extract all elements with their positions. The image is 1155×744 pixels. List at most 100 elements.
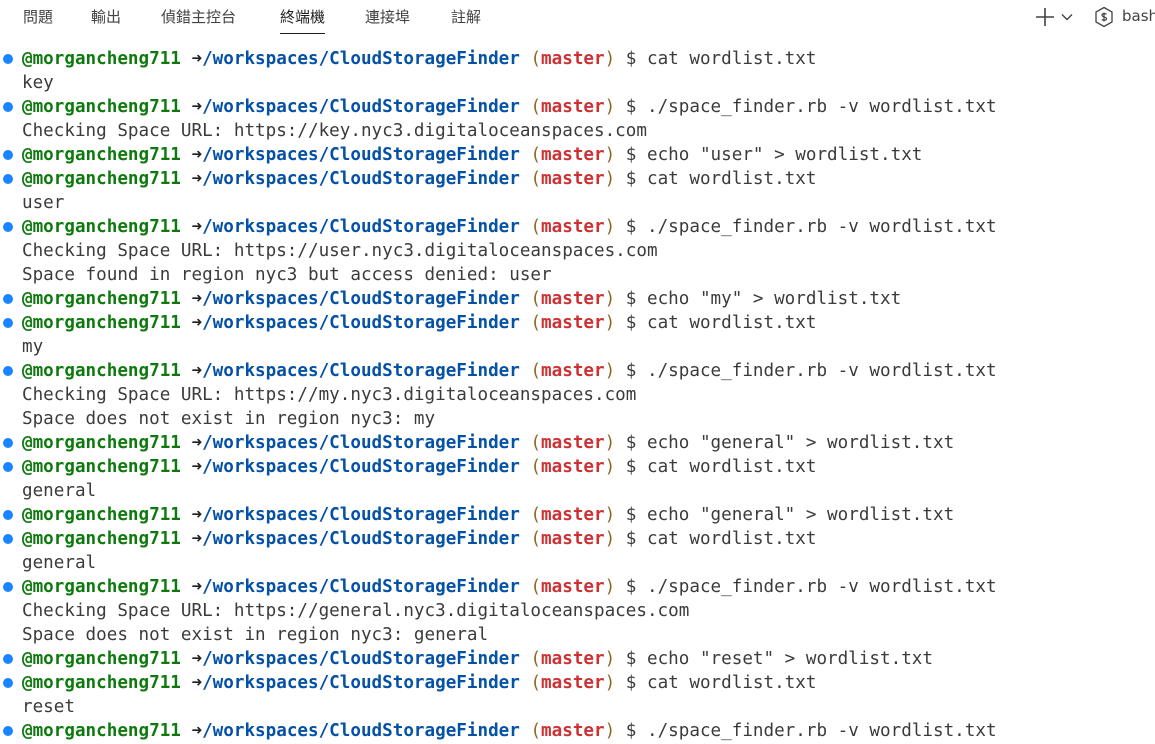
prompt-paren-close: ) <box>604 721 616 741</box>
prompt-git-branch: master <box>541 97 605 117</box>
terminal-output[interactable]: @morgancheng711 ➜/workspaces/CloudStorag… <box>0 47 1155 744</box>
terminal-output-line: Checking Space URL: https://general.nyc3… <box>0 599 1155 623</box>
prompt-paren-open: ( <box>530 169 542 189</box>
command-decoration-icon[interactable] <box>3 534 13 544</box>
terminal-prompt-line: @morgancheng711 ➜/workspaces/CloudStorag… <box>0 215 1155 239</box>
prompt-git-branch: master <box>541 649 605 669</box>
terminal-prompt-line: @morgancheng711 ➜/workspaces/CloudStorag… <box>0 359 1155 383</box>
prompt-git-branch: master <box>541 673 605 693</box>
tab-terminal[interactable]: 終端機 <box>280 0 326 36</box>
prompt-paren-open: ( <box>530 97 542 117</box>
command-decoration-icon[interactable] <box>3 678 13 688</box>
prompt-arrow-icon: ➜ <box>191 721 203 741</box>
prompt-paren-close: ) <box>604 313 616 333</box>
prompt-path: /workspaces/CloudStorageFinder <box>202 505 520 525</box>
prompt-user: @morgancheng711 <box>22 361 181 381</box>
prompt-arrow-icon: ➜ <box>191 361 203 381</box>
terminal-output-text: user <box>22 193 65 213</box>
prompt-paren-open: ( <box>530 217 542 237</box>
prompt-git-branch: master <box>541 217 605 237</box>
terminal-command: ./space_finder.rb -v wordlist.txt <box>646 97 997 117</box>
command-decoration-icon[interactable] <box>3 222 13 232</box>
prompt-user: @morgancheng711 <box>22 313 181 333</box>
command-decoration-icon[interactable] <box>3 438 13 448</box>
prompt-arrow-icon: ➜ <box>191 505 203 525</box>
terminal-output-line: Space does not exist in region nyc3: gen… <box>0 623 1155 647</box>
prompt-dollar: $ <box>625 721 637 741</box>
prompt-path: /workspaces/CloudStorageFinder <box>202 433 520 453</box>
command-decoration-icon[interactable] <box>3 150 13 160</box>
terminal-prompt-line: @morgancheng711 ➜/workspaces/CloudStorag… <box>0 719 1155 743</box>
tab-ports[interactable]: 連接埠 <box>365 0 410 36</box>
tab-problems[interactable]: 問題 <box>23 0 53 36</box>
command-decoration-icon[interactable] <box>3 726 13 736</box>
terminal-command: ./space_finder.rb -v wordlist.txt <box>646 721 997 741</box>
prompt-git-branch: master <box>541 289 605 309</box>
terminal-command: echo "user" > wordlist.txt <box>646 145 923 165</box>
terminal-prompt-line: @morgancheng711 ➜/workspaces/CloudStorag… <box>0 575 1155 599</box>
command-decoration-icon[interactable] <box>3 102 13 112</box>
tab-comments[interactable]: 註解 <box>451 0 481 36</box>
command-decoration-icon[interactable] <box>3 510 13 520</box>
prompt-paren-open: ( <box>530 433 542 453</box>
terminal-output-text: Space does not exist in region nyc3: gen… <box>22 625 489 645</box>
prompt-dollar: $ <box>625 217 637 237</box>
terminal-profile-bash[interactable]: bash <box>1094 0 1155 34</box>
prompt-arrow-icon: ➜ <box>191 289 203 309</box>
prompt-paren-close: ) <box>604 289 616 309</box>
prompt-user: @morgancheng711 <box>22 217 181 237</box>
prompt-paren-open: ( <box>530 721 542 741</box>
prompt-dollar: $ <box>625 49 637 69</box>
prompt-paren-close: ) <box>604 673 616 693</box>
command-decoration-icon[interactable] <box>3 318 13 328</box>
prompt-git-branch: master <box>541 577 605 597</box>
prompt-dollar: $ <box>625 457 637 477</box>
tab-output[interactable]: 輸出 <box>91 0 121 36</box>
prompt-path: /workspaces/CloudStorageFinder <box>202 313 520 333</box>
command-decoration-icon[interactable] <box>3 366 13 376</box>
prompt-paren-close: ) <box>604 457 616 477</box>
command-decoration-icon[interactable] <box>3 294 13 304</box>
command-decoration-icon[interactable] <box>3 462 13 472</box>
prompt-path: /workspaces/CloudStorageFinder <box>202 49 520 69</box>
terminal-output-text: general <box>22 553 97 573</box>
prompt-paren-open: ( <box>530 49 542 69</box>
prompt-paren-close: ) <box>604 49 616 69</box>
terminal-output-line: key <box>0 71 1155 95</box>
terminal-output-line: Space does not exist in region nyc3: my <box>0 407 1155 431</box>
prompt-git-branch: master <box>541 529 605 549</box>
terminal-prompt-line: @morgancheng711 ➜/workspaces/CloudStorag… <box>0 143 1155 167</box>
prompt-user: @morgancheng711 <box>22 577 181 597</box>
prompt-paren-close: ) <box>604 169 616 189</box>
terminal-output-text: Checking Space URL: https://key.nyc3.dig… <box>22 121 647 141</box>
prompt-paren-open: ( <box>530 457 542 477</box>
command-decoration-icon[interactable] <box>3 54 13 64</box>
terminal-prompt-line: @morgancheng711 ➜/workspaces/CloudStorag… <box>0 431 1155 455</box>
prompt-dollar: $ <box>625 673 637 693</box>
plus-icon[interactable] <box>1033 5 1057 29</box>
prompt-arrow-icon: ➜ <box>191 529 203 549</box>
tab-debug-console[interactable]: 偵錯主控台 <box>161 0 236 36</box>
terminal-output-text: key <box>22 73 54 93</box>
prompt-dollar: $ <box>625 97 637 117</box>
prompt-user: @morgancheng711 <box>22 529 181 549</box>
command-decoration-icon[interactable] <box>3 174 13 184</box>
command-decoration-icon[interactable] <box>3 654 13 664</box>
terminal-command: cat wordlist.txt <box>646 673 817 693</box>
terminal-command: echo "general" > wordlist.txt <box>646 433 955 453</box>
chevron-down-icon[interactable] <box>1060 10 1074 24</box>
prompt-dollar: $ <box>625 361 637 381</box>
prompt-user: @morgancheng711 <box>22 505 181 525</box>
prompt-user: @morgancheng711 <box>22 457 181 477</box>
prompt-path: /workspaces/CloudStorageFinder <box>202 217 520 237</box>
prompt-path: /workspaces/CloudStorageFinder <box>202 721 520 741</box>
prompt-user: @morgancheng711 <box>22 289 181 309</box>
terminal-command: cat wordlist.txt <box>646 49 817 69</box>
terminal-prompt-line: @morgancheng711 ➜/workspaces/CloudStorag… <box>0 527 1155 551</box>
terminal-output-line: Checking Space URL: https://user.nyc3.di… <box>0 239 1155 263</box>
prompt-path: /workspaces/CloudStorageFinder <box>202 361 520 381</box>
command-decoration-icon[interactable] <box>3 582 13 592</box>
prompt-paren-close: ) <box>604 577 616 597</box>
prompt-arrow-icon: ➜ <box>191 577 203 597</box>
terminal-command: echo "reset" > wordlist.txt <box>646 649 933 669</box>
